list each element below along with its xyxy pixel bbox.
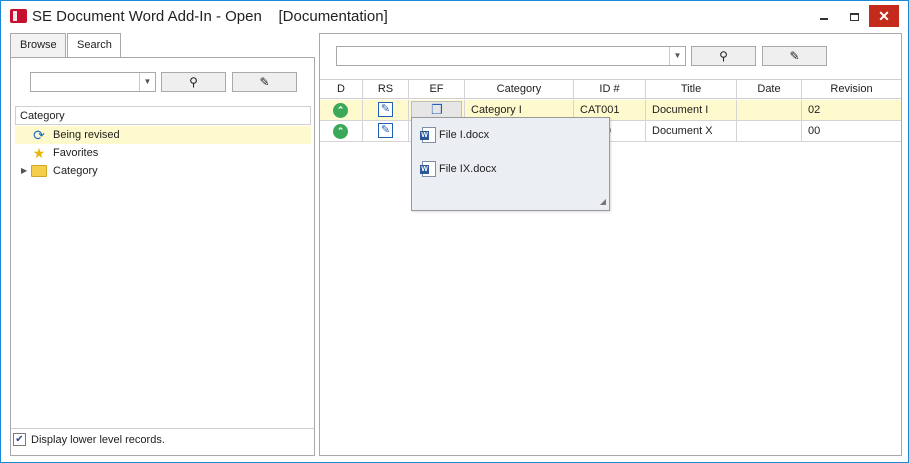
table-row[interactable]: ⌃ ✎ ❐ Category I CAT001 Document I 02 [320, 100, 901, 121]
d-cell: ⌃ [320, 100, 363, 120]
date-cell [737, 100, 802, 120]
results-search-button[interactable]: ⚲ [691, 46, 756, 66]
browse-search-button[interactable]: ⚲ [161, 72, 226, 92]
word-document-icon [420, 127, 436, 143]
title-cell: Document X [646, 121, 737, 141]
date-cell [737, 121, 802, 141]
edit-icon[interactable]: ✎ [378, 102, 393, 117]
folder-icon [31, 165, 47, 177]
column-header-revision[interactable]: Revision [802, 80, 901, 98]
column-header-category[interactable]: Category [465, 80, 574, 98]
broom-icon: ✎ [259, 75, 270, 89]
files-icon: ❐ [431, 102, 443, 117]
results-clear-button[interactable]: ✎ [762, 46, 827, 66]
browse-search-combo[interactable]: ▼ [30, 72, 156, 92]
results-panel: ▼ ⚲ ✎ D RS EF Category ID # Title Date R… [319, 33, 902, 456]
browse-clear-button[interactable]: ✎ [232, 72, 297, 92]
title-cell: Document I [646, 100, 737, 120]
tree-header: Category [15, 106, 311, 125]
column-header-id[interactable]: ID # [574, 80, 646, 98]
resize-grip-icon[interactable]: ◢ [596, 197, 606, 207]
broom-icon: ✎ [789, 49, 800, 63]
close-icon: ✕ [878, 8, 890, 24]
browse-panel: ▼ ⚲ ✎ Category ⟳ Being revised ★ Favorit… [10, 57, 315, 456]
close-button[interactable]: ✕ [869, 5, 899, 27]
tab-search[interactable]: Search [67, 33, 121, 57]
maximize-button[interactable] [839, 5, 869, 27]
magnifier-icon: ⚲ [719, 49, 728, 63]
tree-item-label: Being revised [53, 129, 120, 141]
column-header-ef[interactable]: EF [409, 80, 465, 98]
revision-cell: 02 [808, 104, 821, 116]
status-ok-icon: ⌃ [333, 103, 348, 118]
rs-cell: ✎ [363, 121, 409, 141]
tree-item-favorites[interactable]: ★ Favorites [15, 144, 311, 162]
expand-arrow-icon[interactable]: ▶ [21, 162, 27, 180]
tab-browse[interactable]: Browse [10, 33, 66, 58]
chevron-down-icon[interactable]: ▼ [669, 47, 685, 65]
column-header-d[interactable]: D [320, 80, 363, 98]
file-name: File IX.docx [439, 163, 497, 175]
minimize-icon [820, 17, 828, 20]
maximize-icon [849, 12, 859, 21]
display-lower-level-checkbox[interactable]: ✔ [13, 433, 26, 446]
edit-icon[interactable]: ✎ [378, 123, 393, 138]
attached-files-popup: File I.docx File IX.docx ◢ [411, 117, 610, 211]
column-header-rs[interactable]: RS [363, 80, 409, 98]
rs-cell: ✎ [363, 100, 409, 120]
star-icon: ★ [32, 145, 46, 161]
word-document-icon [420, 161, 436, 177]
main-window: SE Document Word Add-In - Open [Document… [0, 0, 909, 463]
divider [11, 428, 314, 429]
tree-item-category[interactable]: ▶ Category [15, 162, 311, 180]
column-header-title[interactable]: Title [646, 80, 737, 98]
status-ok-icon: ⌃ [333, 124, 348, 139]
d-cell: ⌃ [320, 121, 363, 141]
refresh-icon: ⟳ [33, 127, 45, 143]
table-row[interactable]: ⌃ ✎ 0 Document X 00 [320, 121, 901, 142]
file-name: File I.docx [439, 129, 490, 141]
window-title: SE Document Word Add-In - Open [Document… [32, 8, 388, 25]
revision-cell: 00 [808, 125, 821, 137]
chevron-down-icon[interactable]: ▼ [139, 73, 155, 91]
tree-item-label: Category [53, 165, 98, 177]
magnifier-icon: ⚲ [189, 75, 198, 89]
tree-item-label: Favorites [53, 147, 99, 159]
grid-header: D RS EF Category ID # Title Date Revisio… [320, 79, 901, 99]
column-header-date[interactable]: Date [737, 80, 802, 98]
results-search-combo[interactable]: ▼ [336, 46, 686, 66]
app-icon [10, 9, 27, 23]
minimize-button[interactable] [809, 5, 839, 27]
checkbox-label: Display lower level records. [31, 434, 165, 446]
tree-item-being-revised[interactable]: ⟳ Being revised [15, 126, 311, 144]
title-bar: SE Document Word Add-In - Open [Document… [1, 1, 908, 31]
